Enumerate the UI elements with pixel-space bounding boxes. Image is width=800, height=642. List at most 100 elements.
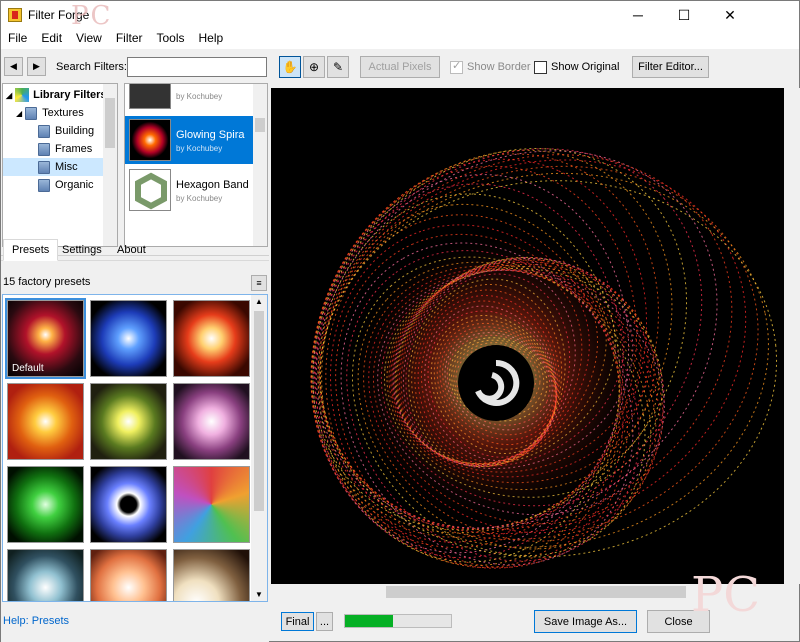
- preset-thumb[interactable]: [173, 300, 250, 377]
- tree-label: Misc: [55, 161, 78, 173]
- tree-label: Organic: [55, 179, 94, 191]
- tree-item-frames[interactable]: Frames: [38, 140, 92, 158]
- tree-item-building[interactable]: Building: [38, 122, 94, 140]
- minimize-button[interactable]: ─: [615, 1, 661, 29]
- preset-thumb[interactable]: [173, 549, 250, 601]
- preset-thumb[interactable]: [7, 383, 84, 460]
- help-link[interactable]: Help: Presets: [3, 615, 69, 627]
- tree-item-organic[interactable]: Organic: [38, 176, 94, 194]
- preset-thumb[interactable]: [90, 549, 167, 601]
- watermark: PC: [71, 1, 113, 31]
- tab-presets[interactable]: Presets: [3, 239, 59, 261]
- tab-settings[interactable]: Settings: [53, 239, 111, 261]
- preset-menu-button[interactable]: ≡: [251, 275, 267, 291]
- show-border-label: Show Border: [467, 61, 531, 73]
- filter-thumbnail: [129, 169, 171, 211]
- progress-fill: [345, 615, 393, 627]
- menu-edit[interactable]: Edit: [34, 29, 69, 49]
- left-panel: ◀ ▶ Search Filters: ◢ Library Filters ◢ …: [1, 50, 269, 642]
- actual-pixels-button[interactable]: Actual Pixels: [360, 56, 440, 78]
- zoom-tool-button[interactable]: ⊕: [303, 56, 325, 78]
- spiral-render: [310, 148, 778, 569]
- menu-file[interactable]: File: [1, 29, 34, 49]
- checkmark-icon: ✓: [452, 60, 462, 72]
- list-icon: ≡: [256, 278, 262, 288]
- preset-thumb-default[interactable]: Default: [5, 298, 86, 379]
- eyedropper-icon: ✎: [332, 60, 344, 74]
- preset-grid-scrollbar[interactable]: ▲ ▼: [251, 295, 267, 601]
- show-original-checkbox[interactable]: [534, 61, 547, 74]
- render-progress-bar: [344, 614, 452, 628]
- eyedropper-tool-button[interactable]: ✎: [327, 56, 349, 78]
- canvas-vertical-scrollbar[interactable]: [784, 88, 800, 584]
- library-icon: [15, 88, 30, 102]
- filter-list: by Kochubey Glowing Spira by Kochubey He…: [124, 83, 268, 247]
- menu-help[interactable]: Help: [192, 29, 231, 49]
- preset-thumb[interactable]: [7, 549, 84, 601]
- expand-icon: ◢: [6, 90, 13, 100]
- folder-icon: [38, 124, 50, 138]
- library-tree: ◢ Library Filters ◢ Textures Building Fr…: [2, 83, 118, 247]
- preset-thumb[interactable]: [90, 383, 167, 460]
- folder-icon: [25, 106, 38, 120]
- tree-scrollbar[interactable]: [103, 84, 117, 246]
- filter-thumbnail: [129, 84, 171, 109]
- filter-author: by Kochubey: [176, 92, 223, 101]
- back-button[interactable]: ◀: [4, 57, 23, 76]
- tree-item-library-filters[interactable]: ◢ Library Filters: [6, 86, 107, 104]
- chevron-left-icon: ◀: [10, 61, 17, 71]
- preset-grid: Default ▲ ▼: [2, 294, 268, 602]
- scroll-thumb[interactable]: [254, 311, 264, 511]
- scroll-up-icon[interactable]: ▲: [255, 297, 263, 306]
- maximize-button[interactable]: ☐: [661, 1, 707, 29]
- scroll-thumb[interactable]: [255, 118, 265, 132]
- save-image-button[interactable]: Save Image As...: [534, 610, 637, 633]
- final-button[interactable]: Final: [281, 612, 314, 631]
- tree-label: Frames: [55, 143, 93, 155]
- scroll-thumb[interactable]: [386, 586, 686, 598]
- chevron-right-icon: ▶: [33, 61, 40, 71]
- folder-icon: [38, 160, 50, 174]
- app-window: Filter Forge PC ─ ☐ ✕ File Edit View Fil…: [0, 0, 800, 642]
- menu-view[interactable]: View: [69, 29, 109, 49]
- folder-icon: [38, 142, 50, 156]
- tree-item-misc[interactable]: Misc: [3, 158, 103, 176]
- tree-item-textures[interactable]: ◢ Textures: [16, 104, 84, 122]
- show-original-label: Show Original: [551, 61, 620, 73]
- hexagon-thumb-icon: [135, 172, 167, 210]
- preset-thumb[interactable]: [173, 466, 250, 543]
- show-border-checkbox[interactable]: ✓: [450, 60, 463, 74]
- menu-bar: File Edit View Filter Tools Help: [1, 29, 799, 49]
- filter-editor-button[interactable]: Filter Editor...: [632, 56, 709, 78]
- scroll-thumb[interactable]: [105, 98, 115, 148]
- folder-icon: [38, 178, 50, 192]
- expand-icon: ◢: [16, 108, 23, 118]
- scroll-down-icon[interactable]: ▼: [255, 590, 263, 599]
- filter-item[interactable]: by Kochubey: [125, 84, 253, 112]
- title-bar: Filter Forge PC ─ ☐ ✕: [1, 1, 799, 31]
- preset-thumb[interactable]: [90, 466, 167, 543]
- hand-tool-button[interactable]: ✋: [279, 56, 301, 78]
- menu-filter[interactable]: Filter: [109, 29, 150, 49]
- menu-tools[interactable]: Tools: [150, 29, 192, 49]
- tab-about[interactable]: About: [108, 239, 155, 261]
- tree-label: Textures: [42, 107, 84, 119]
- filter-name: Glowing Spira: [176, 129, 245, 141]
- preset-thumb[interactable]: [173, 383, 250, 460]
- filter-thumbnail: [129, 119, 171, 161]
- preset-label: Default: [12, 363, 44, 374]
- filter-author: by Kochubey: [176, 194, 223, 203]
- preview-canvas[interactable]: [271, 88, 787, 584]
- filter-item-glowing-spiral[interactable]: Glowing Spira by Kochubey: [125, 116, 253, 164]
- search-input[interactable]: [127, 57, 267, 77]
- presets-count: 15 factory presets: [3, 276, 91, 288]
- filter-author: by Kochubey: [176, 144, 223, 153]
- preset-thumb[interactable]: [90, 300, 167, 377]
- close-window-button[interactable]: ✕: [707, 1, 753, 29]
- tree-label: Library Filters: [33, 89, 107, 101]
- filter-item-hexagon-band[interactable]: Hexagon Band by Kochubey: [125, 166, 253, 214]
- render-options-button[interactable]: ...: [316, 612, 333, 631]
- preset-thumb[interactable]: [7, 466, 84, 543]
- filter-list-scrollbar[interactable]: [253, 84, 267, 246]
- forward-button[interactable]: ▶: [27, 57, 46, 76]
